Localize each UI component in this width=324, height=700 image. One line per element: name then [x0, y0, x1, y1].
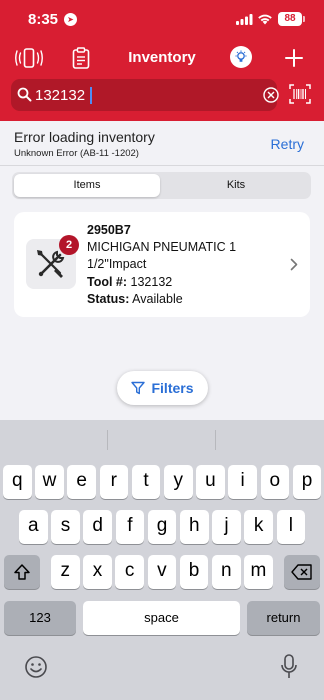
status-time: 8:35 [28, 11, 59, 28]
keyboard: qwertyuiop asdfghjkl zxcvbnm 123 space r… [0, 420, 324, 700]
items-kits-segmented-control: Items Kits [12, 172, 311, 199]
key-n[interactable]: n [212, 555, 241, 589]
page-title: Inventory [128, 49, 196, 66]
suggestion-divider [215, 430, 216, 450]
delete-key[interactable] [284, 555, 320, 589]
key-t[interactable]: t [131, 465, 161, 499]
numbers-key[interactable]: 123 [4, 601, 76, 635]
suggestion-divider [107, 430, 108, 450]
tips-button[interactable] [230, 46, 252, 68]
key-y[interactable]: y [164, 465, 193, 499]
error-title: Error loading inventory [14, 129, 155, 145]
space-key[interactable]: space [83, 601, 240, 635]
status-label: Status: [87, 292, 130, 306]
key-x[interactable]: x [83, 555, 112, 589]
key-i[interactable]: i [228, 465, 257, 499]
tool-number-row: Tool #: 132132 [87, 275, 172, 289]
clear-search-icon[interactable] [263, 87, 279, 103]
key-r[interactable]: r [99, 465, 129, 499]
plus-icon [285, 49, 303, 67]
tool-name-line1: MICHIGAN PNEUMATIC 1 [87, 240, 237, 254]
key-q[interactable]: q [3, 465, 32, 499]
inventory-result-card[interactable]: 2950B7 MICHIGAN PNEUMATIC 1 1/2"Impact T… [14, 212, 310, 317]
key-u[interactable]: u [196, 465, 225, 499]
key-f[interactable]: f [115, 510, 145, 544]
error-banner: Error loading inventory Unknown Error (A… [0, 121, 324, 166]
chevron-right-icon [290, 258, 298, 271]
key-w[interactable]: w [35, 465, 64, 499]
segment-kits[interactable]: Kits [163, 174, 309, 197]
key-o[interactable]: o [260, 465, 290, 499]
status-value: Available [132, 292, 183, 306]
key-j[interactable]: j [212, 510, 241, 544]
emoji-icon[interactable] [24, 655, 48, 679]
lightbulb-icon [235, 50, 247, 62]
shift-key[interactable] [4, 555, 40, 589]
key-h[interactable]: h [180, 510, 209, 544]
segment-items[interactable]: Items [14, 174, 160, 197]
key-a[interactable]: a [19, 510, 48, 544]
search-bar [11, 79, 279, 111]
tool-name-line2: 1/2"Impact [87, 257, 147, 271]
tool-number-label: Tool #: [87, 275, 128, 289]
tool-id: 2950B7 [87, 223, 131, 237]
key-d[interactable]: d [83, 510, 112, 544]
app-header: 8:35 ➤ 88 Inventory 132132 [0, 0, 324, 121]
key-s[interactable]: s [51, 510, 80, 544]
filter-icon [131, 381, 146, 395]
key-z[interactable]: z [51, 555, 80, 589]
tool-number-value: 132132 [130, 275, 173, 289]
retry-button[interactable]: Retry [271, 136, 304, 152]
filters-button[interactable]: Filters [117, 371, 208, 405]
text-cursor [90, 87, 92, 104]
microphone-icon[interactable] [280, 654, 298, 680]
return-key[interactable]: return [247, 601, 320, 635]
key-b[interactable]: b [179, 555, 209, 589]
key-p[interactable]: p [292, 465, 322, 499]
add-button[interactable] [279, 44, 309, 72]
location-arrow-icon: ➤ [64, 13, 77, 26]
search-input[interactable] [35, 84, 245, 106]
status-row: Status: Available [87, 292, 183, 306]
key-e[interactable]: e [67, 465, 96, 499]
key-g[interactable]: g [147, 510, 177, 544]
status-bar: 8:35 ➤ 88 [0, 0, 324, 40]
key-m[interactable]: m [244, 555, 273, 589]
filters-label: Filters [151, 380, 194, 396]
key-c[interactable]: c [115, 555, 144, 589]
key-l[interactable]: l [276, 510, 306, 544]
key-k[interactable]: k [244, 510, 273, 544]
wifi-icon [258, 14, 272, 25]
navigation-bar: Inventory [0, 40, 324, 76]
key-v[interactable]: v [147, 555, 177, 589]
barcode-scanner-icon[interactable] [289, 84, 311, 104]
cellular-signal-icon [236, 14, 253, 25]
search-icon [17, 87, 32, 102]
quantity-badge: 2 [59, 235, 79, 255]
predictive-text-bar [0, 420, 324, 458]
shift-icon [14, 564, 30, 580]
backspace-icon [291, 564, 312, 580]
battery-indicator: 88 [278, 12, 305, 26]
error-detail: Unknown Error (AB-11 -1202) [14, 148, 139, 159]
